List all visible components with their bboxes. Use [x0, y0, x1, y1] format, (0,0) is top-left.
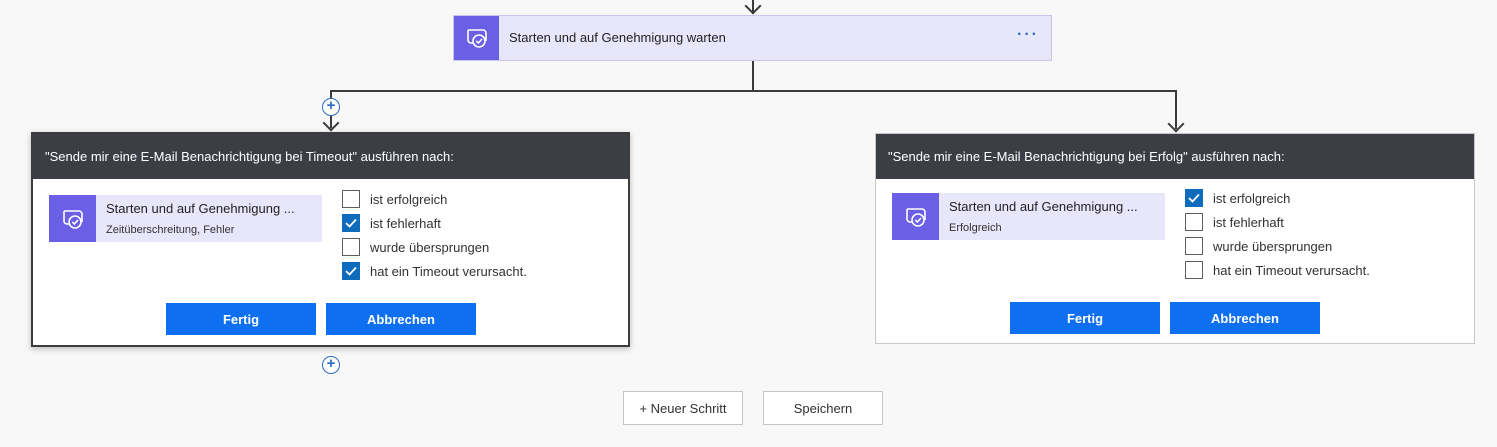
checkbox-row-failed[interactable]: ist fehlerhaft	[1185, 210, 1370, 234]
checkmark-icon	[1188, 193, 1200, 203]
checkbox[interactable]	[342, 262, 360, 280]
checkbox[interactable]	[1185, 237, 1203, 255]
checkbox-label: ist fehlerhaft	[370, 215, 441, 231]
checkbox-label: ist erfolgreich	[370, 191, 448, 207]
done-button[interactable]: Fertig	[1010, 302, 1160, 334]
action-name: Starten und auf Genehmigung ...	[949, 199, 1138, 214]
cancel-button[interactable]: Abbrechen	[1170, 302, 1320, 334]
checkbox[interactable]	[342, 190, 360, 208]
checkbox[interactable]	[1185, 213, 1203, 231]
checkbox-label: ist fehlerhaft	[1213, 214, 1284, 230]
checkbox-label: hat ein Timeout verursacht.	[1213, 262, 1370, 278]
run-after-action: Starten und auf Genehmigung ... Erfolgre…	[892, 193, 1165, 240]
run-after-panel-success: "Sende mir eine E-Mail Benachrichtigung …	[875, 133, 1475, 344]
done-button[interactable]: Fertig	[166, 303, 316, 335]
action-status: Erfolgreich	[949, 222, 1002, 234]
checkbox-row-skipped[interactable]: wurde übersprungen	[1185, 234, 1370, 258]
action-title: Starten und auf Genehmigung warten	[509, 30, 726, 45]
arrow-down-icon	[1167, 115, 1185, 133]
run-after-panel-timeout: "Sende mir eine E-Mail Benachrichtigung …	[31, 132, 630, 347]
checkbox[interactable]	[1185, 189, 1203, 207]
checkbox-label: wurde übersprungen	[370, 239, 490, 255]
checkbox-label: wurde übersprungen	[1213, 238, 1333, 254]
approval-icon	[454, 16, 499, 60]
checkbox-row-timedout[interactable]: hat ein Timeout verursacht.	[1185, 258, 1370, 282]
checkbox-row-succeeded[interactable]: ist erfolgreich	[1185, 186, 1370, 210]
checkbox-row-failed[interactable]: ist fehlerhaft	[342, 211, 527, 235]
action-status: Zeitüberschreitung, Fehler	[106, 224, 235, 236]
status-checkboxes: ist erfolgreich ist fehlerhaft wurde übe…	[342, 187, 527, 283]
more-options-icon[interactable]: ···	[1017, 26, 1039, 44]
panel-header: "Sende mir eine E-Mail Benachrichtigung …	[876, 134, 1474, 179]
checkbox[interactable]	[1185, 261, 1203, 279]
insert-step-button[interactable]: +	[322, 356, 340, 374]
approval-icon	[49, 195, 96, 242]
checkbox-row-skipped[interactable]: wurde übersprungen	[342, 235, 527, 259]
new-step-button[interactable]: + Neuer Schritt	[623, 391, 743, 425]
run-after-action: Starten und auf Genehmigung ... Zeitüber…	[49, 195, 322, 242]
checkmark-icon	[345, 218, 357, 228]
approval-icon	[892, 193, 939, 240]
connector-branch	[330, 90, 1176, 92]
action-card-start-approval[interactable]: Starten und auf Genehmigung warten ···	[453, 15, 1052, 61]
action-name: Starten und auf Genehmigung ...	[106, 201, 295, 216]
connector-top-down	[752, 61, 754, 91]
checkbox-label: ist erfolgreich	[1213, 190, 1291, 206]
cancel-button[interactable]: Abbrechen	[326, 303, 476, 335]
arrow-down-icon	[744, 0, 762, 15]
arrow-down-icon	[322, 114, 340, 132]
checkbox[interactable]	[342, 238, 360, 256]
insert-step-button[interactable]: +	[322, 98, 340, 116]
panel-header: "Sende mir eine E-Mail Benachrichtigung …	[33, 134, 628, 179]
checkbox-label: hat ein Timeout verursacht.	[370, 263, 527, 279]
checkbox[interactable]	[342, 214, 360, 232]
checkbox-row-succeeded[interactable]: ist erfolgreich	[342, 187, 527, 211]
checkmark-icon	[345, 266, 357, 276]
checkbox-row-timedout[interactable]: hat ein Timeout verursacht.	[342, 259, 527, 283]
status-checkboxes: ist erfolgreich ist fehlerhaft wurde übe…	[1185, 186, 1370, 282]
save-button[interactable]: Speichern	[763, 391, 883, 425]
